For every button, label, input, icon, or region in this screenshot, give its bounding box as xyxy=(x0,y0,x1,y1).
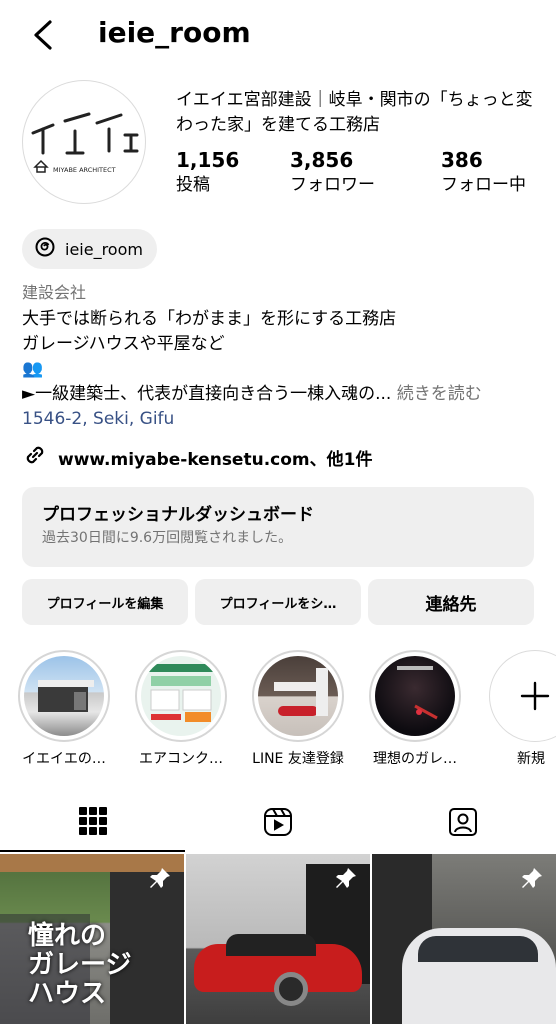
highlight-thumb xyxy=(375,656,455,736)
bio-line-text: ►一級建築士、代表が直接向き合う一棟入魂の... xyxy=(22,384,392,404)
highlight-item[interactable]: LINE 友達登録 xyxy=(249,650,347,769)
bio-line: ガレージハウスや平屋など xyxy=(22,334,225,354)
chevron-left-icon[interactable] xyxy=(30,18,58,52)
profile-name: イエイエ宮部建設｜岐阜・関市の「ちょっと変わった家」を建てる工務店 xyxy=(176,90,533,135)
highlight-item[interactable]: 理想のガレ… xyxy=(366,650,464,769)
pin-icon xyxy=(334,866,358,894)
post-thumbnail[interactable]: 憧れの ガレージ ハウス xyxy=(0,854,184,1024)
threads-badge[interactable]: ieie_room xyxy=(22,229,157,269)
location-link[interactable]: 1546-2, Seki, Gifu xyxy=(22,407,542,432)
logo-subtext: MIYABE ARCHITECT xyxy=(53,166,116,174)
bio-line: 大手では断られる「わがまま」を形にする工務店 xyxy=(22,309,397,329)
post-title-line: ハウス xyxy=(28,979,107,1009)
stat-following[interactable]: 386 フォロー中 xyxy=(441,147,526,197)
tagged-icon xyxy=(447,806,479,842)
highlight-thumb xyxy=(24,656,104,736)
plus-icon xyxy=(489,650,556,742)
post-thumbnail[interactable] xyxy=(186,854,370,1024)
dashboard-title: プロフェッショナルダッシュボード xyxy=(42,505,314,525)
post-title-line: 憧れの xyxy=(28,921,107,951)
highlight-ring xyxy=(252,650,344,742)
avatar[interactable]: MIYABE ARCHITECT xyxy=(22,80,146,204)
highlight-ring xyxy=(369,650,461,742)
link-icon xyxy=(22,442,48,473)
highlight-label: 理想のガレ… xyxy=(373,751,457,767)
highlight-ring xyxy=(135,650,227,742)
professional-dashboard[interactable]: プロフェッショナルダッシュボード 過去30日間に9.6万回閲覧されました。 xyxy=(22,487,534,567)
highlight-item[interactable]: エアコンク… xyxy=(132,650,230,769)
stat-posts-label: 投稿 xyxy=(176,175,210,195)
stat-posts[interactable]: 1,156 投稿 xyxy=(176,147,239,197)
tab-reels[interactable] xyxy=(185,796,370,852)
stat-followers[interactable]: 3,856 フォロワー xyxy=(290,147,375,197)
edit-profile-button[interactable]: プロフィールを編集 xyxy=(22,579,188,625)
contact-button[interactable]: 連絡先 xyxy=(368,579,534,625)
dashboard-subtitle: 過去30日間に9.6万回閲覧されました。 xyxy=(42,530,293,546)
highlight-label: エアコンク… xyxy=(139,751,223,767)
new-highlight-button[interactable]: 新規 xyxy=(483,650,556,769)
highlight-label: LINE 友達登録 xyxy=(252,751,344,767)
tab-tagged[interactable] xyxy=(370,796,555,852)
highlight-thumb xyxy=(141,656,221,736)
profile-tabs xyxy=(0,796,556,852)
highlight-item[interactable]: イエイエの… xyxy=(15,650,113,769)
header-username: ieie_room xyxy=(98,16,251,49)
read-more-link[interactable]: 続きを読む xyxy=(397,384,482,404)
website-link-text: www.miyabe-kensetu.com、他1件 xyxy=(58,450,373,470)
threads-icon xyxy=(34,236,56,262)
post-title-line: ガレージ xyxy=(28,950,132,980)
post-thumbnail[interactable] xyxy=(372,854,556,1024)
post-grid: 憧れの ガレージ ハウス xyxy=(0,854,556,1024)
highlight-ring xyxy=(18,650,110,742)
stat-following-value: 386 xyxy=(441,148,483,172)
bio-line-last: ►一級建築士、代表が直接向き合う一棟入魂の... 続きを読む xyxy=(22,382,542,407)
pin-icon xyxy=(148,866,172,894)
website-link[interactable]: www.miyabe-kensetu.com、他1件 xyxy=(22,442,372,473)
threads-handle: ieie_room xyxy=(65,239,143,259)
reels-icon xyxy=(262,806,294,842)
stat-followers-label: フォロワー xyxy=(290,175,375,195)
grid-icon xyxy=(78,806,108,840)
bio-line: 👥 xyxy=(22,359,44,379)
highlight-label: イエイエの… xyxy=(22,751,106,767)
pin-icon xyxy=(520,866,544,894)
highlight-label: 新規 xyxy=(517,751,545,767)
highlight-thumb xyxy=(258,656,338,736)
top-bar: ieie_room xyxy=(0,0,556,70)
stat-followers-value: 3,856 xyxy=(290,148,354,172)
stat-posts-value: 1,156 xyxy=(176,148,240,172)
stat-following-label: フォロー中 xyxy=(441,175,526,195)
tab-posts[interactable] xyxy=(0,796,185,852)
share-profile-button[interactable]: プロフィールをシ… xyxy=(195,579,361,625)
category-label: 建設会社 xyxy=(22,283,87,302)
bio: 大手では断られる「わがまま」を形にする工務店 ガレージハウスや平屋など 👥 ►一… xyxy=(22,307,542,432)
